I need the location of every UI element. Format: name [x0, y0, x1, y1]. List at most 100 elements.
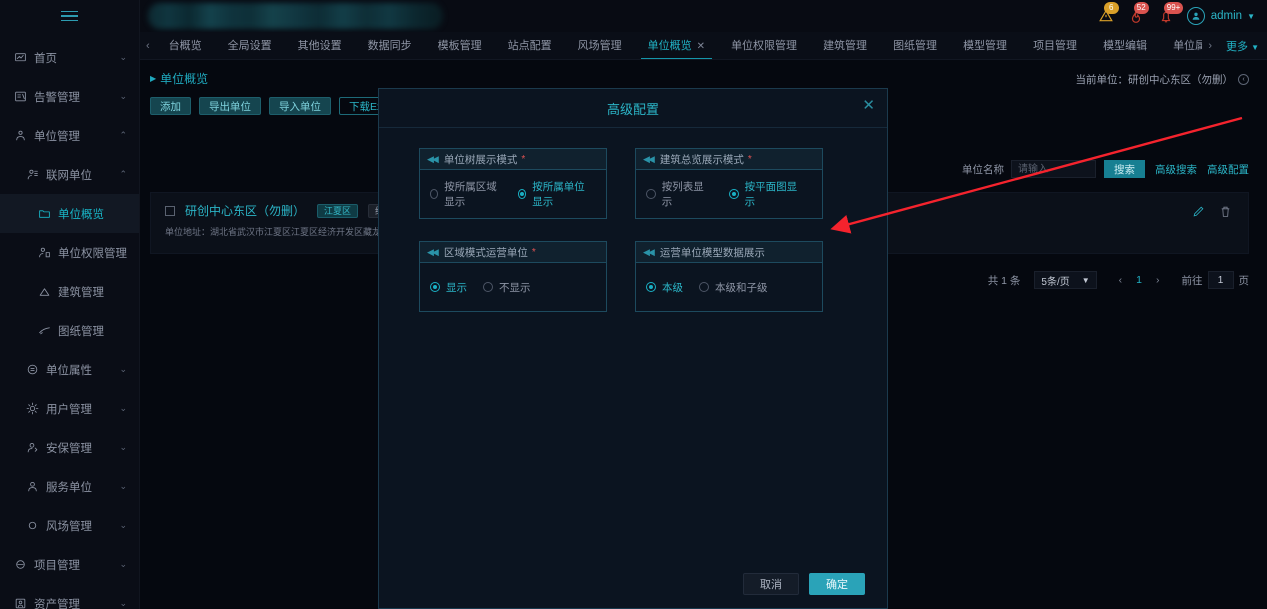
- page-size-select[interactable]: 5条/页 ▼: [1034, 271, 1097, 289]
- tab-13[interactable]: 模型编辑: [1090, 32, 1160, 59]
- radio-label: 按所属区域显示: [444, 181, 497, 208]
- cancel-button[interactable]: 取消: [743, 573, 799, 595]
- close-icon[interactable]: ✕: [862, 98, 875, 113]
- alarm-alert-icon[interactable]: 99+: [1151, 2, 1184, 29]
- chevron-down-icon[interactable]: ⌄: [119, 52, 127, 63]
- search-input[interactable]: [1011, 160, 1096, 178]
- pagination-page-1[interactable]: 1: [1130, 274, 1148, 286]
- unit-address-label: 单位地址：: [165, 227, 211, 237]
- tab-11[interactable]: 模型管理: [950, 32, 1020, 59]
- edit-icon[interactable]: [1192, 205, 1205, 223]
- radio-dot: [483, 282, 493, 292]
- alarm-warning-icon[interactable]: 6: [1091, 2, 1121, 29]
- tab-9[interactable]: 建筑管理: [810, 32, 880, 59]
- chevron-up-icon[interactable]: ⌃: [119, 169, 127, 180]
- radio-dot: [518, 189, 527, 199]
- radio-option-0-1[interactable]: 按所属单位显示: [518, 179, 590, 209]
- chevron-down-icon[interactable]: ⌄: [119, 598, 127, 609]
- sidebar-item-9[interactable]: 用户管理 ⌄: [0, 389, 139, 428]
- tab-12[interactable]: 项目管理: [1020, 32, 1090, 59]
- toolbar-button-0[interactable]: 添加: [150, 97, 191, 115]
- tab-0[interactable]: 台概览: [156, 32, 215, 59]
- double-arrow-left-icon: ◀◀: [643, 246, 655, 257]
- radio-option-0-0[interactable]: 按所属区域显示: [430, 179, 502, 209]
- row-checkbox[interactable]: [165, 205, 175, 216]
- radio-label: 按列表显示: [661, 181, 704, 208]
- double-arrow-left-icon: ◀◀: [427, 153, 439, 164]
- sidebar-item-label: 联网单位: [46, 169, 92, 182]
- radio-option-2-0[interactable]: 显示: [430, 280, 467, 295]
- sidebar-item-5[interactable]: 单位权限管理: [0, 233, 139, 272]
- folder-icon: [36, 207, 52, 221]
- sidebar-item-7[interactable]: 图纸管理: [0, 311, 139, 350]
- radio-option-3-1[interactable]: 本级和子级: [699, 280, 768, 295]
- chevron-down-icon[interactable]: ⌄: [119, 442, 127, 453]
- sidebar-item-12[interactable]: 风场管理 ⌄: [0, 506, 139, 545]
- sidebar-item-2[interactable]: 单位管理 ⌃: [0, 116, 139, 155]
- tab-close-icon[interactable]: ✕: [697, 41, 705, 52]
- tab-10[interactable]: 图纸管理: [880, 32, 950, 59]
- sidebar-item-14[interactable]: 资产管理 ⌄: [0, 584, 139, 609]
- search-button[interactable]: 搜索: [1104, 160, 1145, 178]
- sidebar-item-6[interactable]: 建筑管理: [0, 272, 139, 311]
- tab-8[interactable]: 单位权限管理: [718, 32, 810, 59]
- radio-option-1-1[interactable]: 按平面图显示: [728, 179, 806, 209]
- toolbar-button-2[interactable]: 导入单位: [269, 97, 331, 115]
- sidebar-item-11[interactable]: 服务单位 ⌄: [0, 467, 139, 506]
- chevron-up-icon[interactable]: ⌃: [119, 130, 127, 141]
- tab-label: 其他设置: [297, 39, 342, 52]
- confirm-button[interactable]: 确定: [809, 573, 865, 595]
- goto-page-input[interactable]: 1: [1207, 271, 1234, 289]
- sidebar-item-0[interactable]: 首页 ⌄: [0, 38, 139, 77]
- advanced-search-link[interactable]: 高级搜索: [1155, 162, 1197, 177]
- tab-14[interactable]: 单位属性: [1160, 32, 1202, 59]
- sidebar-item-8[interactable]: 单位属性 ⌄: [0, 350, 139, 389]
- collapse-circle-icon[interactable]: ‹: [1238, 74, 1249, 85]
- radio-option-2-1[interactable]: 不显示: [483, 280, 531, 295]
- advanced-config-link[interactable]: 高级配置: [1207, 162, 1249, 177]
- page-size-value: 5条/页: [1041, 276, 1070, 288]
- dialog-header: 高级配置 ✕: [379, 89, 887, 128]
- sidebar-item-10[interactable]: 安保管理 ⌄: [0, 428, 139, 467]
- pagination-next[interactable]: ›: [1148, 274, 1168, 286]
- tabs-scroll-left[interactable]: ‹: [140, 40, 156, 52]
- pagination-prev[interactable]: ‹: [1111, 274, 1131, 286]
- tab-5[interactable]: 站点配置: [495, 32, 565, 59]
- sidebar-item-label: 服务单位: [46, 481, 92, 494]
- chevron-down-icon[interactable]: ⌄: [119, 91, 127, 102]
- chevron-down-icon[interactable]: ▼: [1247, 12, 1255, 21]
- sidebar-menu: 首页 ⌄ 告警管理 ⌄ 单位管理 ⌃ 联网单位 ⌃ 单位概览 单位权限管理 建筑管理 图纸管理 单位属性…: [0, 32, 139, 609]
- sidebar-item-4[interactable]: 单位概览: [0, 194, 139, 233]
- radio-dot: [430, 189, 439, 199]
- sidebar-item-3[interactable]: 联网单位 ⌃: [0, 155, 139, 194]
- chevron-down-icon[interactable]: ⌄: [119, 520, 127, 531]
- radio-label: 显示: [446, 281, 467, 294]
- user-name[interactable]: admin: [1211, 10, 1242, 22]
- config-card-0: ◀◀ 单位树展示模式 * 按所属区域显示 按所属单位显示: [419, 148, 607, 219]
- tab-3[interactable]: 数据同步: [355, 32, 425, 59]
- avatar[interactable]: [1186, 7, 1205, 25]
- top-header: 6 52 99+ admin ▼: [140, 0, 1267, 32]
- trash-icon[interactable]: [1219, 205, 1232, 223]
- wind-icon: [24, 519, 40, 533]
- toolbar-button-1[interactable]: 导出单位: [199, 97, 261, 115]
- chevron-down-icon[interactable]: ⌄: [119, 481, 127, 492]
- sidebar-item-1[interactable]: 告警管理 ⌄: [0, 77, 139, 116]
- tab-7[interactable]: 单位概览 ✕: [635, 32, 718, 59]
- tab-4[interactable]: 模板管理: [425, 32, 495, 59]
- tab-2[interactable]: 其他设置: [285, 32, 355, 59]
- network-unit-icon: [24, 168, 40, 182]
- sidebar-collapse-toggle[interactable]: [0, 0, 139, 32]
- tab-6[interactable]: 风场管理: [565, 32, 635, 59]
- alarm-fire-icon[interactable]: 52: [1121, 2, 1151, 29]
- tabs-more-button[interactable]: 更多 ▼: [1218, 38, 1267, 54]
- chevron-down-icon[interactable]: ⌄: [119, 403, 127, 414]
- unit-name[interactable]: 研创中心东区（勿删）: [185, 202, 305, 219]
- chevron-down-icon[interactable]: ⌄: [119, 364, 127, 375]
- tabs-scroll-right[interactable]: ›: [1202, 40, 1218, 52]
- sidebar-item-13[interactable]: 项目管理 ⌄: [0, 545, 139, 584]
- tab-1[interactable]: 全局设置: [215, 32, 285, 59]
- radio-option-3-0[interactable]: 本级: [646, 280, 683, 295]
- chevron-down-icon[interactable]: ⌄: [119, 559, 127, 570]
- radio-option-1-0[interactable]: 按列表显示: [646, 179, 713, 209]
